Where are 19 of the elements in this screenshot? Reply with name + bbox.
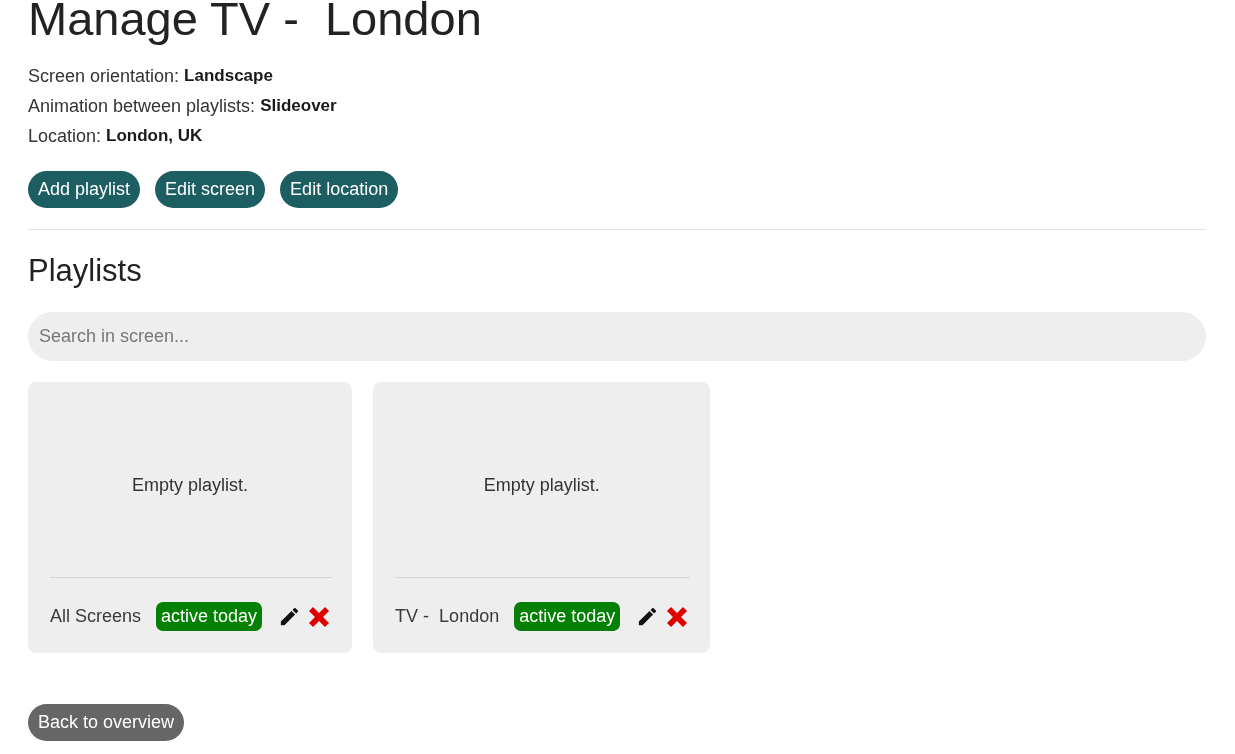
detail-value: Landscape [184, 65, 273, 87]
action-button[interactable]: Add playlist [28, 171, 141, 208]
section-heading: Playlists [28, 252, 142, 290]
detail-value: London, UK [106, 125, 203, 147]
status-badge: active today [514, 602, 621, 631]
detail-value: Slideover [260, 95, 337, 117]
action-button[interactable]: Edit location [280, 171, 399, 208]
status-badge: active today [156, 602, 263, 631]
empty-message: Empty playlist. [483, 475, 600, 496]
action-button[interactable]: Edit screen [155, 171, 266, 208]
empty-message: Empty playlist. [132, 475, 249, 496]
detail-label: Screen orientation: [28, 65, 180, 88]
page-title: Manage TV - London [28, 0, 482, 45]
detail-label: Animation between playlists: [28, 95, 256, 118]
playlist-name: All Screens [50, 606, 142, 627]
search-field[interactable]: Search in screen... [28, 312, 1206, 361]
detail-label: Location: [28, 125, 102, 148]
back-button[interactable]: Back to overview [28, 704, 185, 741]
playlist-name: TV - London [395, 606, 500, 627]
